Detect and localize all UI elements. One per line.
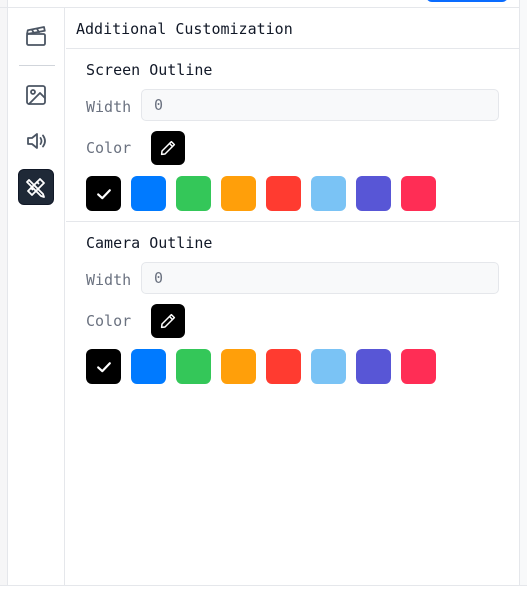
screen-outline-title: Screen Outline <box>86 61 213 79</box>
swatch-green[interactable] <box>176 176 211 211</box>
camera-width-label: Width <box>86 271 132 289</box>
swatch-red[interactable] <box>266 176 301 211</box>
camera-outline-title: Camera Outline <box>86 234 213 252</box>
checkmark-icon <box>96 361 111 372</box>
swatch-black[interactable] <box>86 176 121 211</box>
swatch-orange[interactable] <box>221 349 256 384</box>
swatch-indigo[interactable] <box>356 176 391 211</box>
clapperboard-icon <box>26 26 46 46</box>
swatch-orange[interactable] <box>221 176 256 211</box>
swatch-red[interactable] <box>266 349 301 384</box>
swatch-black[interactable] <box>86 349 121 384</box>
swatch-green[interactable] <box>176 349 211 384</box>
swatch-blue[interactable] <box>131 349 166 384</box>
customization-panel: Additional Customization Screen Outline … <box>66 8 519 585</box>
camera-width-input[interactable] <box>141 262 499 294</box>
camera-color-picker-button[interactable] <box>151 304 185 338</box>
top-strip <box>0 0 521 8</box>
image-icon <box>26 85 46 105</box>
rail-item-image[interactable] <box>18 77 54 113</box>
icon-rail <box>9 8 65 585</box>
bottom-edge <box>0 585 527 594</box>
rail-divider <box>19 65 55 66</box>
screen-color-label: Color <box>86 139 132 157</box>
pencil-ruler-icon <box>26 178 45 198</box>
right-edge <box>519 0 527 594</box>
rail-item-clapperboard[interactable] <box>18 18 54 54</box>
speaker-icon <box>27 133 46 149</box>
pencil-icon <box>160 140 176 156</box>
camera-color-label: Color <box>86 312 132 330</box>
swatch-blue[interactable] <box>131 176 166 211</box>
left-gutter <box>0 0 8 594</box>
pencil-icon <box>160 313 176 329</box>
divider <box>66 48 519 49</box>
swatch-light-blue[interactable] <box>311 349 346 384</box>
rail-item-audio[interactable] <box>18 123 54 159</box>
swatch-pink[interactable] <box>401 176 436 211</box>
swatch-pink[interactable] <box>401 349 436 384</box>
checkmark-icon <box>96 188 111 199</box>
divider <box>66 221 519 222</box>
swatch-light-blue[interactable] <box>311 176 346 211</box>
panel-title: Additional Customization <box>76 20 293 38</box>
swatch-indigo[interactable] <box>356 349 391 384</box>
screen-color-picker-button[interactable] <box>151 131 185 165</box>
screen-width-label: Width <box>86 98 132 116</box>
screen-width-input[interactable] <box>141 89 499 121</box>
rail-item-customization[interactable] <box>18 169 54 205</box>
top-action-button[interactable] <box>426 0 508 2</box>
